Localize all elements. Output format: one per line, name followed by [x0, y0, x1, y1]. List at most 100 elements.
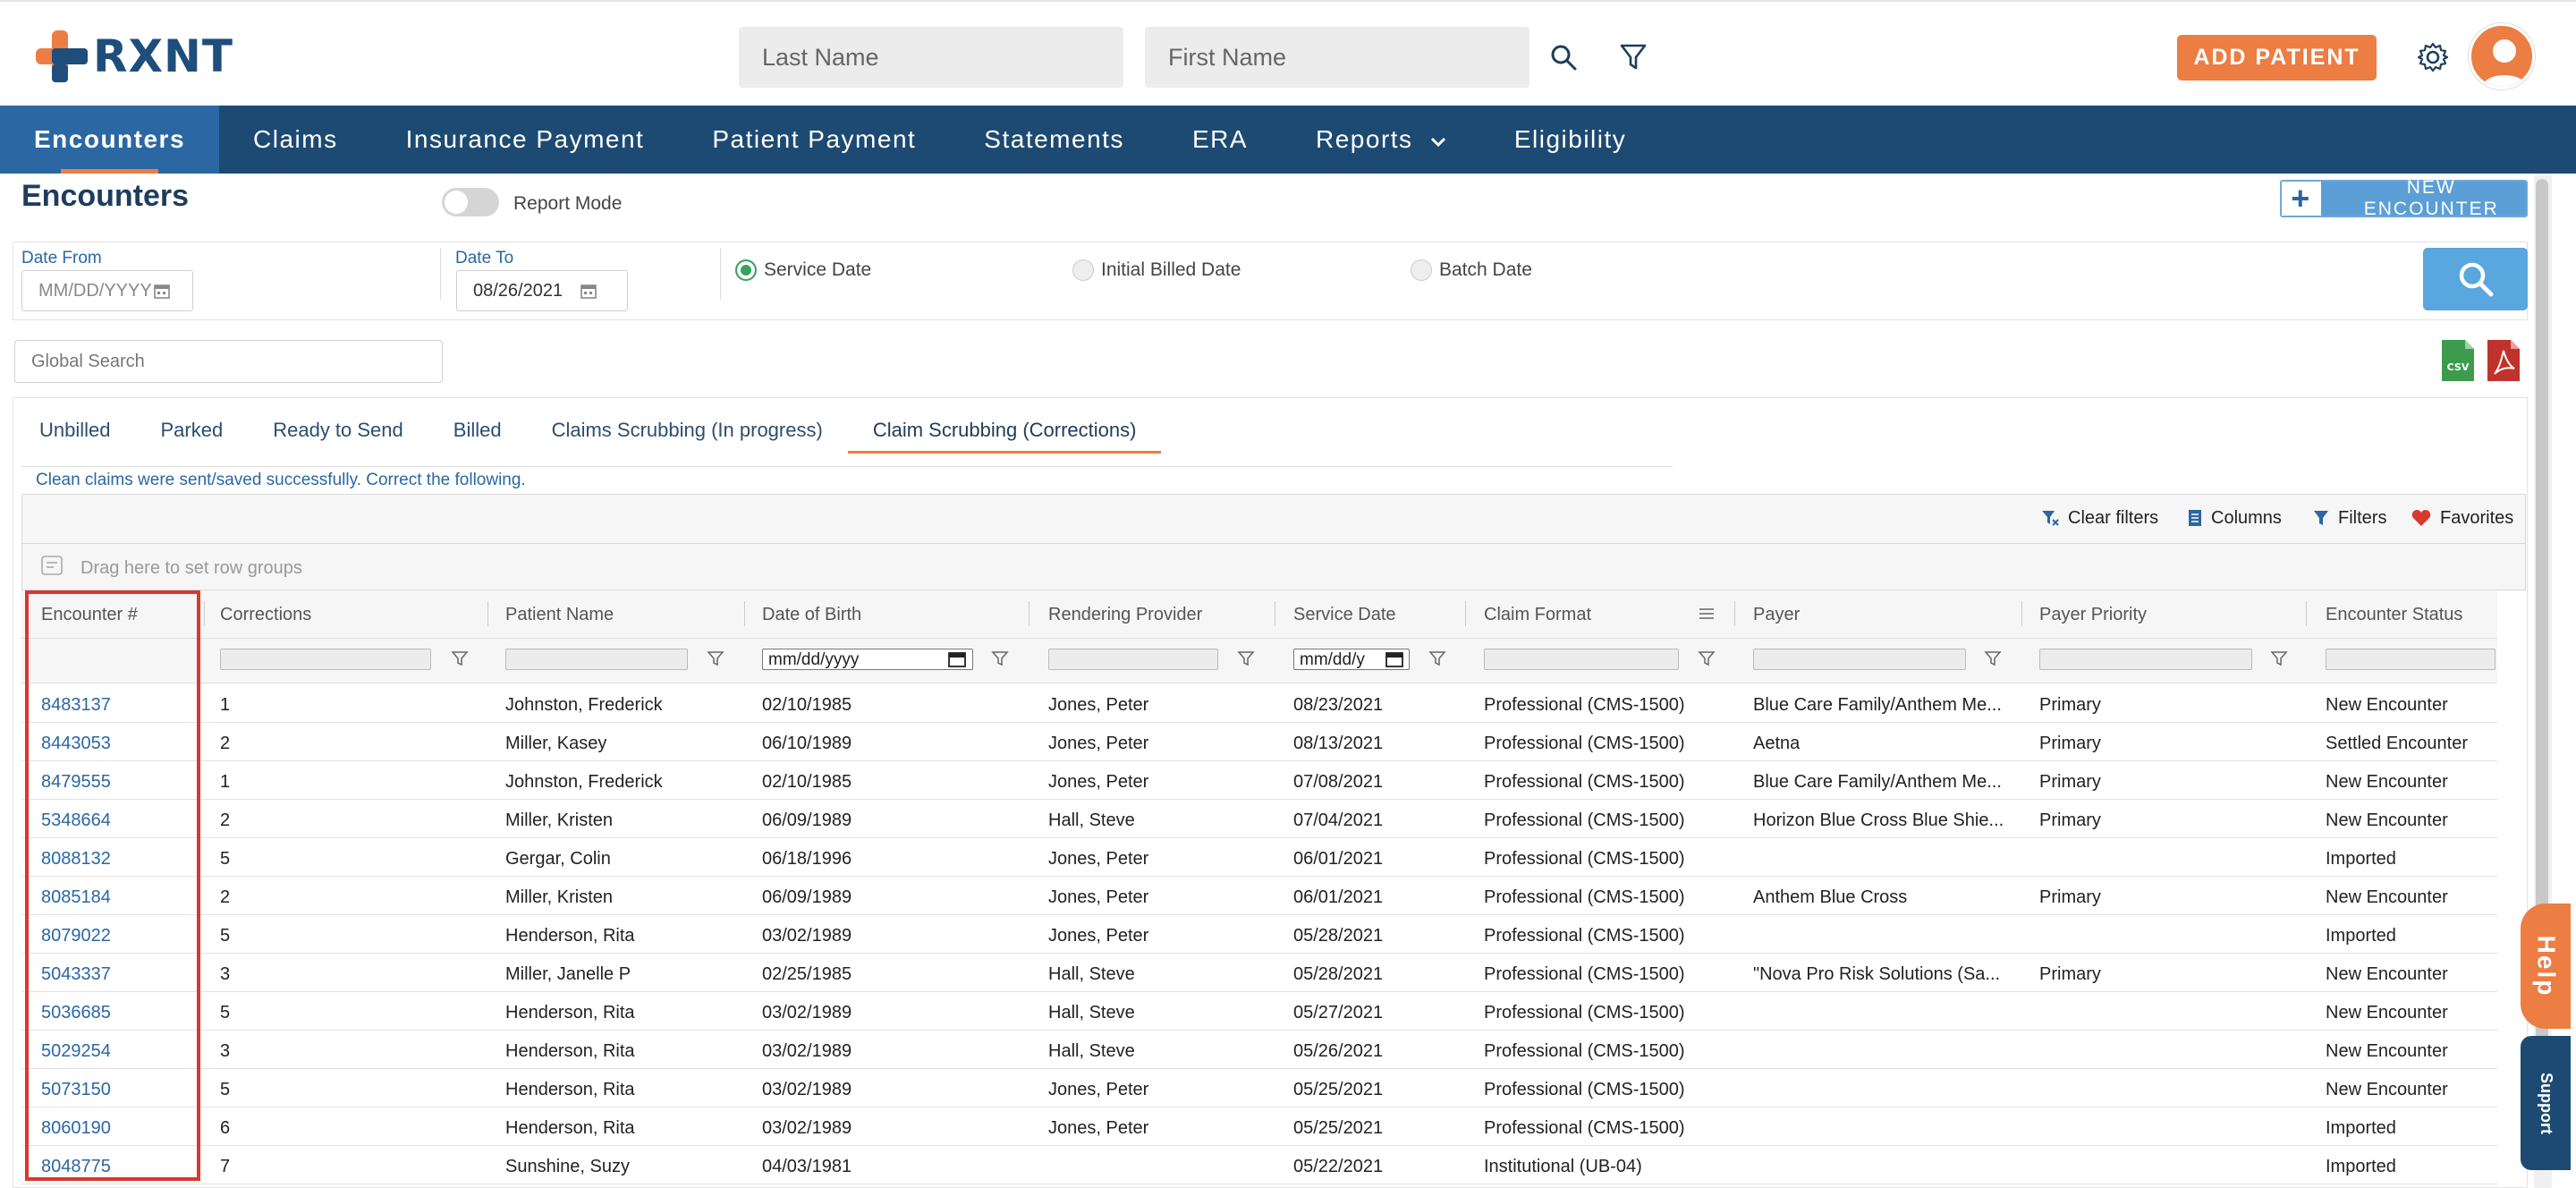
date-to-input[interactable]: 08/26/2021 [456, 270, 628, 311]
filter-corrections-input[interactable] [220, 649, 431, 670]
tab-claims-scrubbing-in-progress[interactable]: Claims Scrubbing (In progress) [527, 407, 848, 454]
column-separator[interactable] [1465, 601, 1466, 626]
support-tab[interactable]: Support [2521, 1036, 2571, 1170]
col-header-rendering-provider[interactable]: Rendering Provider [1048, 605, 1202, 625]
filter-icon[interactable] [1428, 649, 1446, 667]
col-header-patient-name[interactable]: Patient Name [505, 605, 614, 625]
column-separator[interactable] [204, 601, 205, 626]
cell-rendering-provider: Jones, Peter [1048, 1118, 1149, 1138]
help-tab[interactable]: Help [2521, 904, 2571, 1029]
table-row[interactable]: 8085184 2 Miller, Kristen 06/09/1989 Jones, … [21, 877, 2497, 915]
filter-dob-input[interactable]: mm/dd/yyyy [762, 649, 973, 670]
filter-icon[interactable] [2270, 649, 2288, 667]
nav-claims[interactable]: Claims [219, 106, 372, 174]
tab-billed[interactable]: Billed [428, 407, 527, 454]
cell-corrections: 1 [220, 772, 231, 792]
user-avatar[interactable] [2469, 23, 2535, 89]
col-header-claim-format[interactable]: Claim Format [1484, 605, 1591, 625]
col-header-payer[interactable]: Payer [1753, 605, 1800, 625]
column-separator[interactable] [2021, 601, 2022, 626]
column-separator[interactable] [744, 601, 745, 626]
radio-service-date[interactable]: Service Date [735, 259, 871, 281]
first-name-input[interactable] [1145, 27, 1530, 88]
filter-status-input[interactable] [2326, 649, 2496, 670]
table-row[interactable]: 5029254 3 Henderson, Rita 03/02/1989 Hall, S… [21, 1031, 2497, 1069]
nav-eligibility[interactable]: Eligibility [1480, 106, 1660, 174]
filter-patient-name-input[interactable] [505, 649, 688, 670]
pdf-export-icon[interactable] [2487, 340, 2520, 381]
nav-statements[interactable]: Statements [950, 106, 1158, 174]
table-row[interactable]: 8088132 5 Gergar, Colin 06/18/1996 Jones, Pe… [21, 838, 2497, 877]
filter-payer-input[interactable] [1753, 649, 1966, 670]
table-row[interactable]: 8443053 2 Miller, Kasey 06/10/1989 Jones, Pe… [21, 723, 2497, 761]
column-separator[interactable] [1029, 601, 1030, 626]
column-menu-icon[interactable] [1698, 607, 1716, 621]
col-header-encounter-status[interactable]: Encounter Status [2326, 605, 2462, 625]
tab-ready-to-send[interactable]: Ready to Send [248, 407, 428, 454]
filter-icon[interactable] [1698, 649, 1716, 667]
tab-unbilled[interactable]: Unbilled [14, 407, 136, 454]
calendar-icon[interactable] [1385, 651, 1403, 667]
calendar-icon[interactable] [948, 651, 966, 667]
filter-icon[interactable] [1237, 649, 1255, 667]
cell-patient-name: Miller, Kasey [505, 734, 607, 753]
col-header-date-of-birth[interactable]: Date of Birth [762, 605, 861, 625]
search-icon[interactable] [1544, 38, 1583, 77]
nav-reports[interactable]: Reports [1282, 106, 1480, 174]
column-separator[interactable] [487, 601, 488, 626]
nav-encounters[interactable]: Encounters [0, 106, 220, 174]
filter-icon[interactable] [707, 649, 724, 667]
date-from-input[interactable]: MM/DD/YYYY [21, 270, 193, 311]
table-row[interactable]: 5348664 2 Miller, Kristen 06/09/1989 Hall, S… [21, 800, 2497, 838]
filter-icon [2314, 511, 2328, 525]
cell-service-date: 08/13/2021 [1293, 734, 1384, 753]
table-row[interactable]: 8479555 1 Johnston, Frederick 02/10/1985 Jon… [21, 761, 2497, 800]
clear-filters-button[interactable]: Clear filters [2041, 504, 2158, 532]
column-separator[interactable] [1734, 601, 1735, 626]
filter-icon[interactable] [1984, 649, 2002, 667]
row-group-bar[interactable] [21, 544, 2526, 590]
search-button[interactable] [2423, 248, 2528, 310]
nav-patient-payment[interactable]: Patient Payment [678, 106, 950, 174]
col-header-service-date[interactable]: Service Date [1293, 605, 1396, 625]
col-header-payer-priority[interactable]: Payer Priority [2039, 605, 2147, 625]
table-row[interactable]: 5043337 3 Miller, Janelle P 02/25/1985 Hall,… [21, 954, 2497, 992]
favorites-button[interactable]: Favorites [2411, 504, 2513, 532]
cell-claim-format: Professional (CMS-1500) [1484, 772, 1685, 792]
table-row[interactable]: 8060190 6 Henderson, Rita 03/02/1989 Jones, … [21, 1107, 2497, 1146]
new-encounter-button[interactable]: + NEW ENCOUNTER [2280, 177, 2528, 219]
radio-initial-billed-date[interactable]: Initial Billed Date [1072, 259, 1241, 281]
filter-payer-priority-input[interactable] [2039, 649, 2252, 670]
column-separator[interactable] [2306, 601, 2307, 626]
filter-provider-input[interactable] [1048, 649, 1218, 670]
rxnt-logo[interactable]: RXNT [34, 29, 233, 84]
cell-payer-priority: Primary [2039, 887, 2101, 907]
add-patient-button[interactable]: ADD PATIENT [2177, 35, 2377, 81]
cell-service-date: 05/25/2021 [1293, 1118, 1384, 1138]
table-row[interactable]: 5073150 5 Henderson, Rita 03/02/1989 Jones, … [21, 1069, 2497, 1107]
col-header-corrections[interactable]: Corrections [220, 605, 311, 625]
tab-claim-scrubbing-corrections[interactable]: Claim Scrubbing (Corrections) [847, 407, 1162, 454]
nav-insurance-payment[interactable]: Insurance Payment [372, 106, 679, 174]
cell-encounter-status: Imported [2326, 1157, 2396, 1176]
tab-parked[interactable]: Parked [136, 407, 249, 454]
table-row[interactable]: 8483137 1 Johnston, Frederick 02/10/1985 Jon… [21, 684, 2497, 723]
columns-button[interactable]: Columns [2188, 504, 2282, 532]
filter-icon[interactable] [451, 649, 469, 667]
csv-export-icon[interactable]: CSV [2442, 340, 2474, 381]
radio-batch-date[interactable]: Batch Date [1411, 259, 1532, 281]
filters-button[interactable]: Filters [2313, 504, 2386, 532]
filter-icon[interactable] [1614, 38, 1653, 77]
cell-encounter-status: Imported [2326, 849, 2396, 869]
global-search-input[interactable] [14, 340, 443, 383]
filter-icon[interactable] [991, 649, 1009, 667]
table-row[interactable]: 5036685 5 Henderson, Rita 03/02/1989 Hall, S… [21, 992, 2497, 1031]
table-row[interactable]: 8079022 5 Henderson, Rita 03/02/1989 Jones, … [21, 915, 2497, 954]
filter-claim-format-input[interactable] [1484, 649, 1679, 670]
report-mode-toggle[interactable] [442, 188, 499, 216]
gear-icon[interactable] [2413, 38, 2453, 77]
last-name-input[interactable] [739, 27, 1123, 88]
nav-era[interactable]: ERA [1158, 106, 1282, 174]
table-row[interactable]: 8048775 7 Sunshine, Suzy 04/03/1981 05/22/20… [21, 1146, 2497, 1184]
cell-date-of-birth: 03/02/1989 [762, 1041, 852, 1061]
